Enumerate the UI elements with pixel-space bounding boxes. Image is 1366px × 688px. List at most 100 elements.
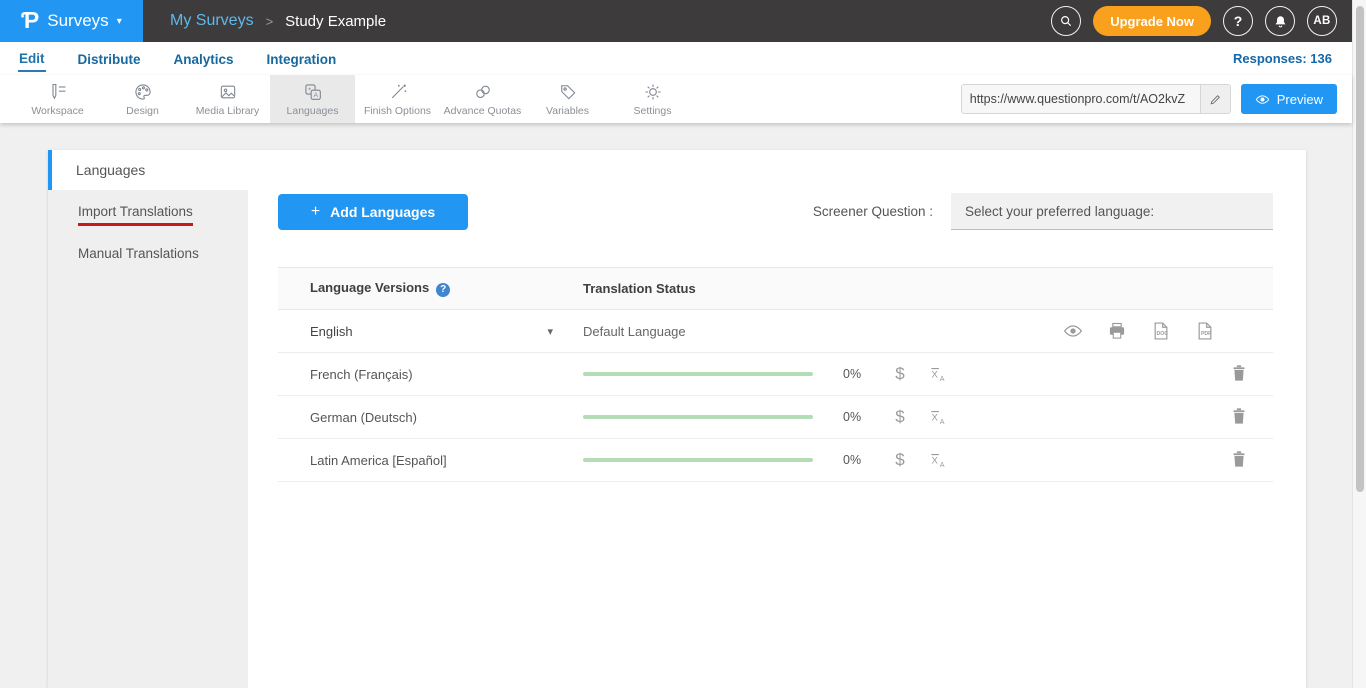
toolbar-item-finish-options[interactable]: Finish Options — [355, 75, 440, 123]
language-name-cell: French (Français) — [278, 367, 583, 382]
view-eye-icon[interactable] — [1063, 321, 1083, 341]
sidebar-item-label: Import Translations — [78, 204, 193, 226]
auto-translate-icon[interactable]: X A — [929, 365, 948, 384]
bell-icon — [1273, 14, 1288, 29]
edit-toolbar: Workspace Design Media Library * A Langu… — [0, 75, 1352, 123]
translation-percent: 0% — [843, 367, 867, 381]
svg-text:DOC: DOC — [1157, 331, 1169, 337]
toolbar-right-group: Preview — [961, 84, 1352, 114]
upgrade-now-button[interactable]: Upgrade Now — [1093, 6, 1211, 36]
languages-sidebar: Languages Import Translations Manual Tra… — [48, 150, 248, 688]
export-pdf-icon[interactable]: PDF — [1195, 321, 1215, 341]
screener-question-group: Screener Question : Select your preferre… — [813, 193, 1273, 230]
trash-icon[interactable] — [1229, 363, 1249, 383]
breadcrumb-separator-icon: > — [266, 14, 274, 29]
toolbar-item-media-library[interactable]: Media Library — [185, 75, 270, 123]
survey-url-group — [961, 84, 1231, 114]
preview-button[interactable]: Preview — [1241, 84, 1337, 114]
toolbar-item-label: Advance Quotas — [444, 105, 522, 117]
table-row-french: French (Français) 0% $ X A — [278, 353, 1273, 396]
status-cell: 0% $ X A — [583, 363, 1273, 386]
delete-cell — [1229, 363, 1273, 386]
breadcrumb-my-surveys[interactable]: My Surveys — [170, 12, 254, 30]
paid-translation-icon[interactable]: $ — [893, 450, 907, 470]
tag-icon — [558, 82, 578, 102]
plus-icon: + — [311, 203, 320, 221]
sidebar-item-import-translations[interactable]: Import Translations — [48, 190, 248, 232]
toolbar-item-label: Finish Options — [364, 105, 431, 117]
svg-text:A: A — [313, 92, 318, 99]
gear-icon — [643, 82, 663, 102]
toolbar-item-variables[interactable]: Variables — [525, 75, 610, 123]
svg-text:A: A — [940, 460, 945, 468]
svg-text:PDF: PDF — [1201, 331, 1211, 337]
palette-icon — [133, 82, 153, 102]
toolbar-item-design[interactable]: Design — [100, 75, 185, 123]
column-label: Language Versions — [310, 280, 429, 295]
paid-translation-icon[interactable]: $ — [893, 407, 907, 427]
languages-card: Languages Import Translations Manual Tra… — [48, 150, 1306, 688]
notifications-button[interactable] — [1265, 6, 1295, 36]
screener-question-select[interactable]: Select your preferred language: — [951, 193, 1273, 230]
responses-count-link[interactable]: Responses: 136 — [1233, 51, 1332, 66]
paid-translation-icon[interactable]: $ — [893, 364, 907, 384]
edit-url-button[interactable] — [1200, 84, 1230, 114]
user-avatar[interactable]: AB — [1307, 6, 1337, 36]
languages-table: Language Versions? Translation Status En… — [278, 267, 1273, 482]
help-icon[interactable]: ? — [436, 283, 450, 297]
toolbar-item-label: Design — [126, 105, 159, 117]
content-top-row: + Add Languages Screener Question : Sele… — [278, 193, 1306, 230]
tab-integration[interactable]: Integration — [266, 46, 338, 71]
tab-distribute[interactable]: Distribute — [77, 46, 142, 71]
trash-icon[interactable] — [1229, 406, 1249, 426]
table-row-german: German (Deutsch) 0% $ X A — [278, 396, 1273, 439]
toolbar-item-settings[interactable]: Settings — [610, 75, 695, 123]
breadcrumb: My Surveys > Study Example — [170, 12, 386, 30]
question-mark-icon: ? — [1234, 13, 1243, 29]
svg-text:A: A — [940, 417, 945, 425]
toolbar-item-label: Settings — [634, 105, 672, 117]
add-languages-label: Add Languages — [330, 204, 435, 220]
topbar-actions: Upgrade Now ? AB — [1051, 6, 1352, 36]
tab-edit[interactable]: Edit — [18, 45, 46, 72]
status-cell: Default Language — [583, 321, 1273, 341]
search-button[interactable] — [1051, 6, 1081, 36]
delete-cell — [1229, 449, 1273, 472]
sidebar-item-manual-translations[interactable]: Manual Translations — [48, 232, 248, 271]
language-name-cell: English ▾ — [278, 324, 583, 339]
sidebar-section-languages[interactable]: Languages — [48, 150, 248, 190]
language-name: Latin America [Español] — [310, 453, 447, 468]
search-icon — [1059, 14, 1073, 28]
language-name: German (Deutsch) — [310, 410, 417, 425]
page-body: Languages Import Translations Manual Tra… — [0, 123, 1352, 688]
product-switcher[interactable]: Ƥ Surveys ▾ — [0, 0, 143, 42]
trash-icon[interactable] — [1229, 449, 1249, 469]
translate-icon: * A — [303, 82, 323, 102]
auto-translate-icon[interactable]: X A — [929, 408, 948, 427]
auto-translate-icon[interactable]: X A — [929, 451, 948, 470]
table-header-row: Language Versions? Translation Status — [278, 267, 1273, 310]
toolbar-item-advance-quotas[interactable]: Advance Quotas — [440, 75, 525, 123]
toolbar-item-label: Variables — [546, 105, 589, 117]
survey-url-input[interactable] — [962, 85, 1200, 113]
svg-text:A: A — [940, 374, 945, 382]
scrollbar-thumb[interactable] — [1356, 6, 1364, 492]
add-languages-button[interactable]: + Add Languages — [278, 194, 468, 230]
table-row-default-language: English ▾ Default Language — [278, 310, 1273, 353]
top-bar: Ƥ Surveys ▾ My Surveys > Study Example U… — [0, 0, 1352, 42]
svg-text:X: X — [932, 412, 939, 423]
table-row-latin-america: Latin America [Español] 0% $ X A — [278, 439, 1273, 482]
toolbar-item-languages[interactable]: * A Languages — [270, 75, 355, 123]
chevron-down-icon[interactable]: ▾ — [547, 325, 553, 338]
print-icon[interactable] — [1107, 321, 1127, 341]
svg-text:X: X — [932, 369, 939, 380]
screener-selected-value: Select your preferred language: — [965, 204, 1154, 219]
help-button[interactable]: ? — [1223, 6, 1253, 36]
survey-tab-bar: Edit Distribute Analytics Integration Re… — [0, 42, 1352, 75]
tab-analytics[interactable]: Analytics — [173, 46, 235, 71]
language-name-cell: German (Deutsch) — [278, 410, 583, 425]
eye-icon — [1255, 92, 1270, 107]
export-doc-icon[interactable]: DOC — [1151, 321, 1171, 341]
toolbar-item-workspace[interactable]: Workspace — [15, 75, 100, 123]
screener-question-label: Screener Question : — [813, 204, 933, 219]
